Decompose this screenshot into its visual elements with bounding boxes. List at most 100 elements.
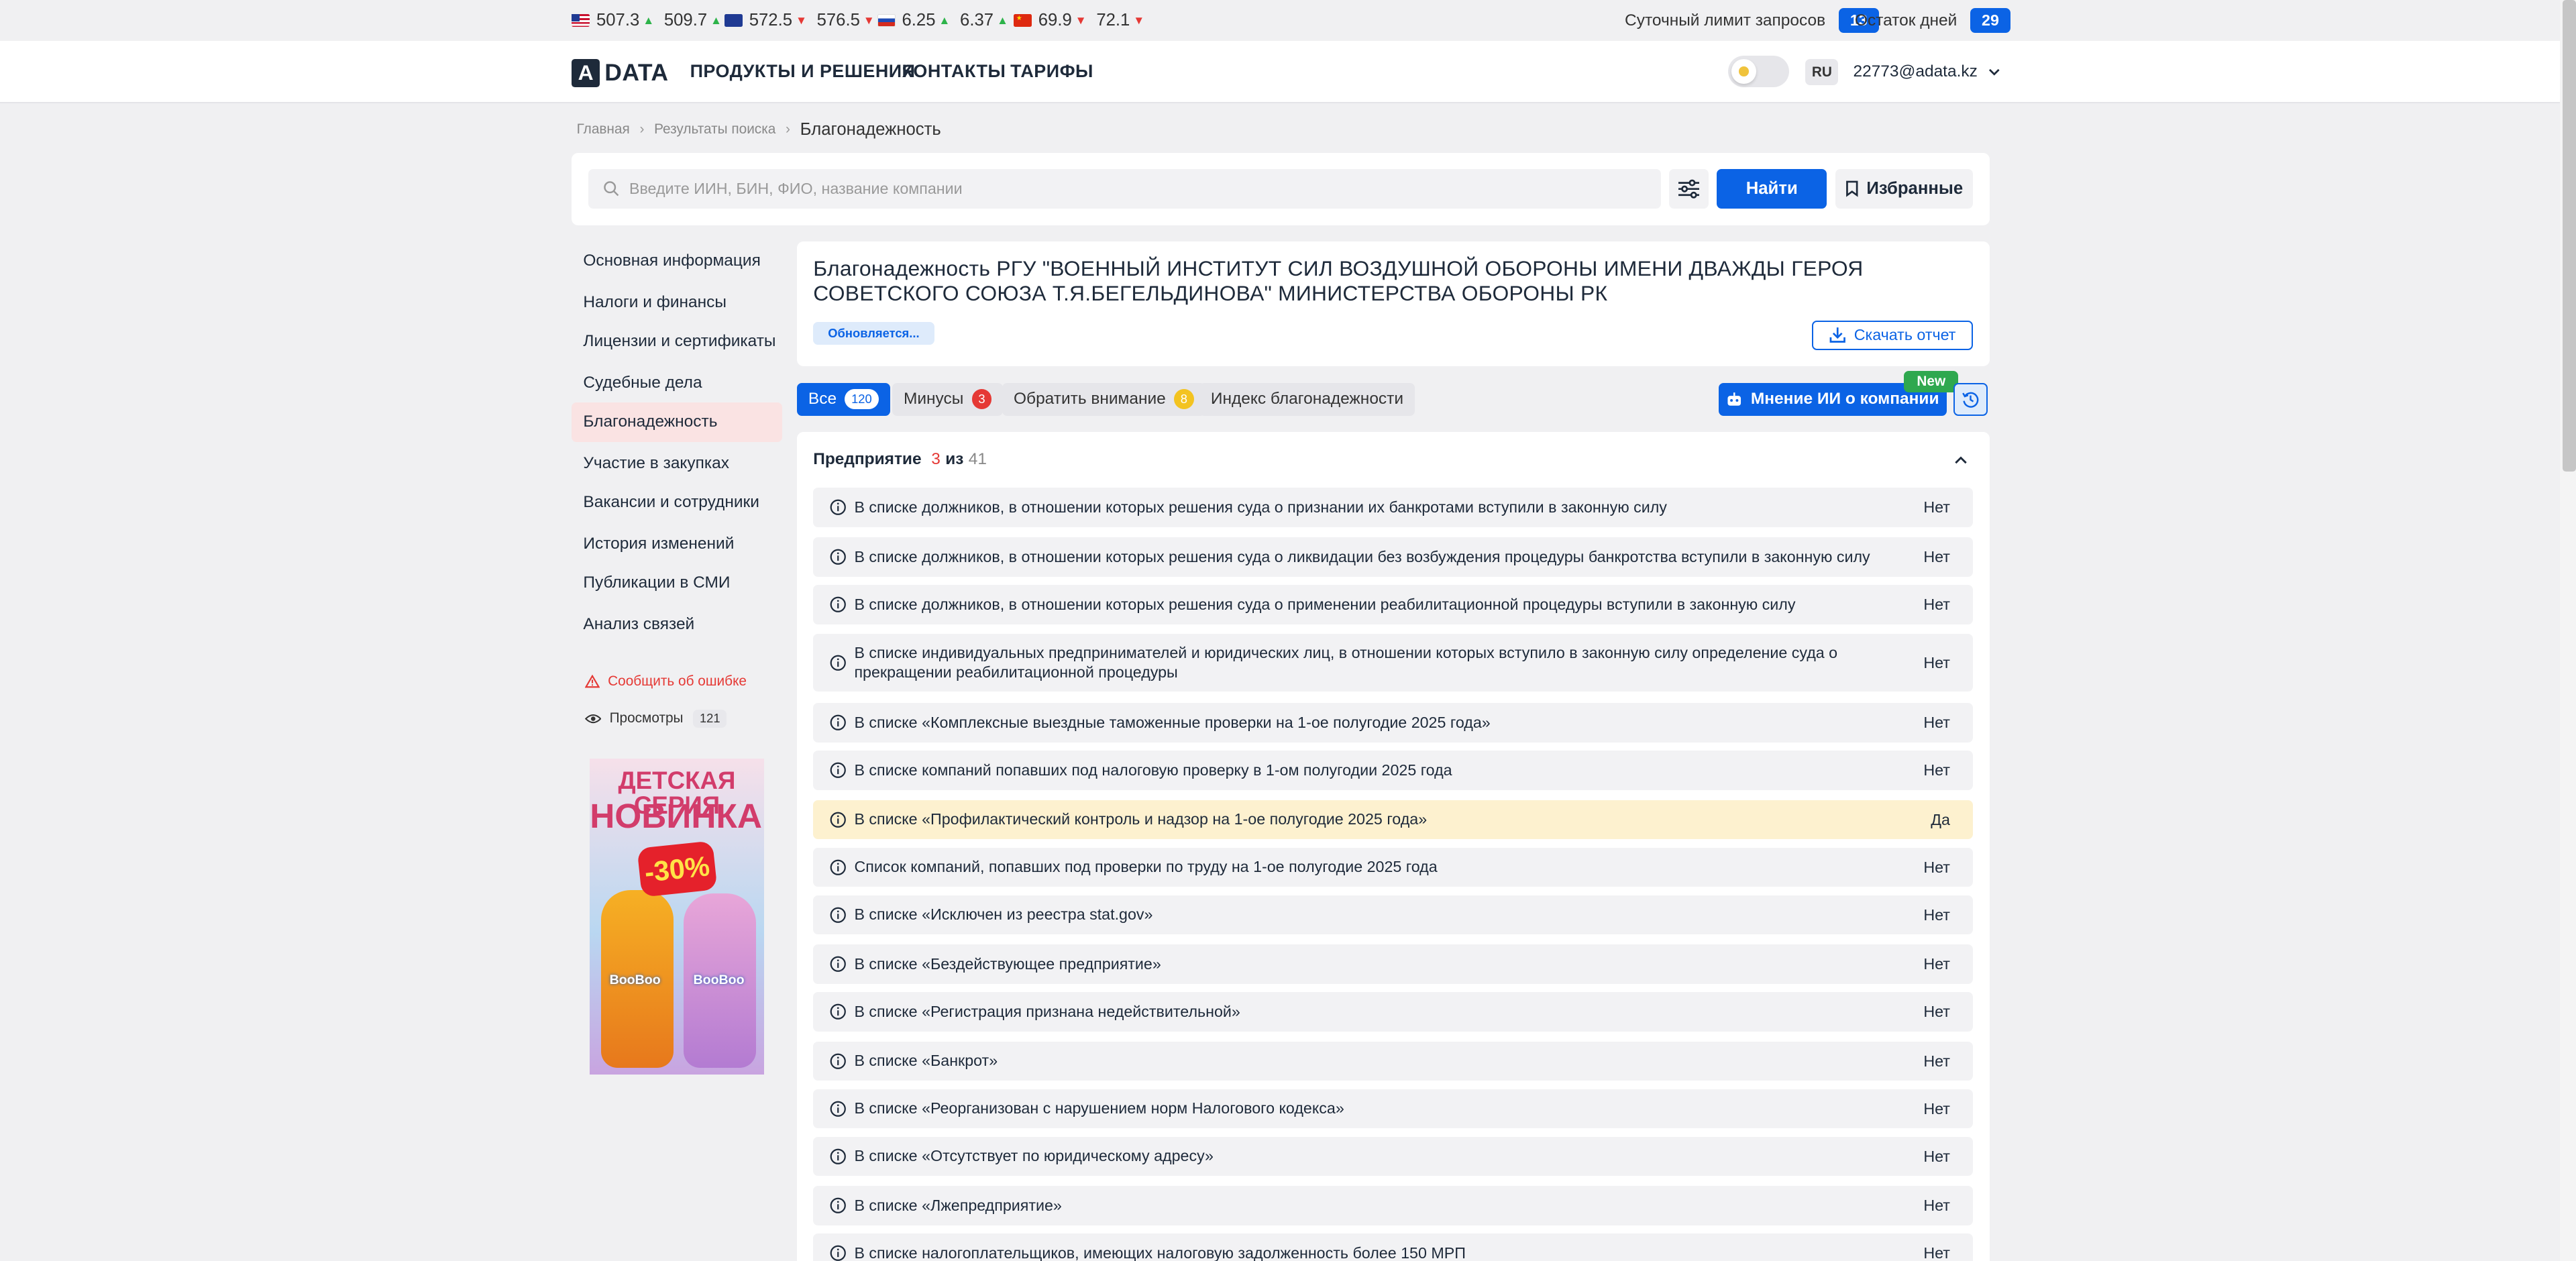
check-text: В списке «Отсутствует по юридическому ад… [854, 1147, 1214, 1165]
nav-products[interactable]: ПРОДУКТЫ И РЕШЕНИЯ [690, 61, 916, 82]
cny-buy: 69.9 [1038, 11, 1072, 30]
robot-icon [1727, 392, 1741, 406]
check-row: В списке «Бездействующее предприятие» Нет [813, 944, 1974, 984]
tab-all[interactable]: Все 120 [796, 382, 890, 416]
check-value: Нет [1923, 761, 1950, 779]
user-menu[interactable]: 22773@adata.kz [1853, 62, 2000, 81]
info-icon[interactable] [830, 1148, 846, 1164]
check-value: Нет [1923, 1147, 1950, 1165]
page-title: Благонадежность РГУ "ВОЕННЫЙ ИНСТИТУТ СИ… [813, 256, 1864, 305]
sidebar-item-media[interactable]: Публикации в СМИ [572, 563, 782, 603]
sidebar-item-reliability[interactable]: Благонадежность [572, 402, 782, 442]
daily-limit-label: Суточный лимит запросов [1625, 11, 1826, 30]
sidebar-item-history[interactable]: История изменений [572, 524, 782, 563]
check-text: В списке «Комплексные выездные таможенны… [854, 713, 1491, 731]
chevron-up-icon[interactable] [1953, 453, 1968, 467]
arrow-up-icon: ▲ [938, 13, 951, 28]
new-badge: New [1904, 371, 1959, 393]
language-selector[interactable]: RU [1805, 59, 1839, 86]
check-text: В списке «Реорганизован с нарушением нор… [854, 1099, 1344, 1117]
info-icon[interactable] [830, 907, 846, 923]
check-row: Список компаний, попавших под проверки п… [813, 847, 1974, 887]
eur-buy: 572.5 [749, 11, 793, 30]
check-row: В списке «Отсутствует по юридическому ад… [813, 1136, 1974, 1176]
tab-minuses[interactable]: Минусы 3 [892, 382, 1004, 416]
tab-minuses-count: 3 [971, 389, 992, 409]
chevron-right-icon: › [786, 121, 790, 138]
bookmark-icon [1845, 180, 1858, 197]
find-button[interactable]: Найти [1717, 169, 1827, 209]
info-icon[interactable] [830, 859, 846, 875]
download-report-label: Скачать отчет [1854, 326, 1956, 344]
sidebar-item-procurement[interactable]: Участие в закупках [572, 443, 782, 483]
check-row: В списке компаний попавших под налоговую… [813, 751, 1974, 790]
info-icon[interactable] [830, 1003, 846, 1020]
tab-reliability-index[interactable]: Индекс благонадежности [1199, 382, 1415, 416]
search-input[interactable]: Введите ИИН, БИН, ФИО, название компании [588, 169, 1661, 209]
page: 507.3 ▲ 509.7 ▲ 572.5 ▼ 576.5 ▼ 6.25 ▲ 6.37 ▲ … [0, 0, 2576, 1261]
check-text: В списке индивидуальных предпринимателей… [854, 643, 1838, 681]
section-of: из [945, 450, 964, 469]
favorites-button[interactable]: Избранные [1835, 169, 1974, 209]
check-text: В списке компаний попавших под налоговую… [854, 761, 1452, 779]
info-icon[interactable] [830, 1245, 846, 1261]
check-row: В списке индивидуальных предпринимателей… [813, 634, 1974, 692]
currency-bar: 507.3 ▲ 509.7 ▲ 572.5 ▼ 576.5 ▼ 6.25 ▲ 6.37 ▲ … [0, 0, 2576, 42]
company-title-card: Благонадежность РГУ "ВОЕННЫЙ ИНСТИТУТ СИ… [796, 241, 1990, 367]
info-icon[interactable] [830, 596, 846, 612]
sidebar-item-links[interactable]: Анализ связей [572, 604, 782, 644]
check-text: В списке «Бездействующее предприятие» [854, 954, 1161, 973]
breadcrumb-current: Благонадежность [800, 119, 941, 139]
nav-tariffs[interactable]: ТАРИФЫ [1010, 61, 1093, 82]
tab-reliability-index-label: Индекс благонадежности [1210, 390, 1404, 408]
ad-brand: BooBoo [693, 972, 745, 987]
check-value: Нет [1923, 858, 1950, 876]
tab-attention[interactable]: Обратить внимание 8 [1002, 382, 1205, 416]
nav-contacts[interactable]: КОНТАКТЫ [902, 61, 1006, 82]
check-text: В списке налогоплательщиков, имеющих нал… [854, 1244, 1466, 1261]
info-icon[interactable] [830, 762, 846, 779]
info-icon[interactable] [830, 549, 846, 565]
logo[interactable]: A DATA [572, 59, 668, 87]
arrow-up-icon: ▲ [996, 13, 1008, 28]
check-value: Нет [1923, 955, 1950, 973]
sidebar-item-court-cases[interactable]: Судебные дела [572, 363, 782, 402]
search-placeholder: Введите ИИН, БИН, ФИО, название компании [629, 180, 963, 198]
arrow-down-icon: ▼ [863, 13, 875, 28]
currency-cny: ★ 69.9 ▼ 72.1 ▼ [1014, 0, 1155, 41]
ad-brand: BooBoo [609, 972, 661, 987]
info-icon[interactable] [830, 812, 846, 828]
sidebar-item-taxes[interactable]: Налоги и финансы [572, 282, 782, 322]
scrollbar-thumb[interactable] [2563, 0, 2576, 472]
check-text: В списке должников, в отношении которых … [854, 547, 1870, 565]
filter-button[interactable] [1669, 169, 1709, 209]
sidebar-item-vacancies[interactable]: Вакансии и сотрудники [572, 483, 782, 523]
report-error-link[interactable]: Сообщить об ошибке [584, 673, 747, 690]
info-icon[interactable] [830, 499, 846, 516]
breadcrumb-results[interactable]: Результаты поиска [654, 121, 775, 138]
ad-banner[interactable]: ДЕТСКАЯ СЕРИЯ НОВИНКА! -30% BooBoo BooBo… [590, 759, 764, 1075]
check-value: Нет [1923, 906, 1950, 924]
chevron-down-icon [1988, 69, 2000, 76]
ad-discount: -30% [637, 840, 717, 897]
breadcrumb-home[interactable]: Главная [577, 121, 630, 138]
ai-opinion-label: Мнение ИИ о компании [1750, 390, 1939, 408]
history-button[interactable] [1953, 382, 1988, 416]
theme-toggle[interactable] [1728, 56, 1789, 87]
info-icon[interactable] [830, 714, 846, 731]
sidebar-item-licenses[interactable]: Лицензии и сертификаты [572, 322, 782, 362]
download-report-button[interactable]: Скачать отчет [1812, 320, 1974, 350]
section-header[interactable]: Предприятие 3 из 41 [813, 450, 987, 469]
sliders-icon [1678, 179, 1700, 199]
logo-text: DATA [604, 59, 669, 87]
info-icon[interactable] [830, 1197, 846, 1214]
views-label: Просмотры [609, 710, 684, 726]
days-left-label: Остаток дней [1854, 11, 1957, 30]
info-icon[interactable] [830, 1101, 846, 1117]
sidebar-item-main-info[interactable]: Основная информация [572, 241, 782, 281]
check-text: В списке должников, в отношении которых … [854, 595, 1796, 613]
info-icon[interactable] [830, 1053, 846, 1069]
info-icon[interactable] [830, 956, 846, 973]
info-icon[interactable] [830, 655, 846, 671]
tab-minuses-label: Минусы [903, 390, 964, 408]
